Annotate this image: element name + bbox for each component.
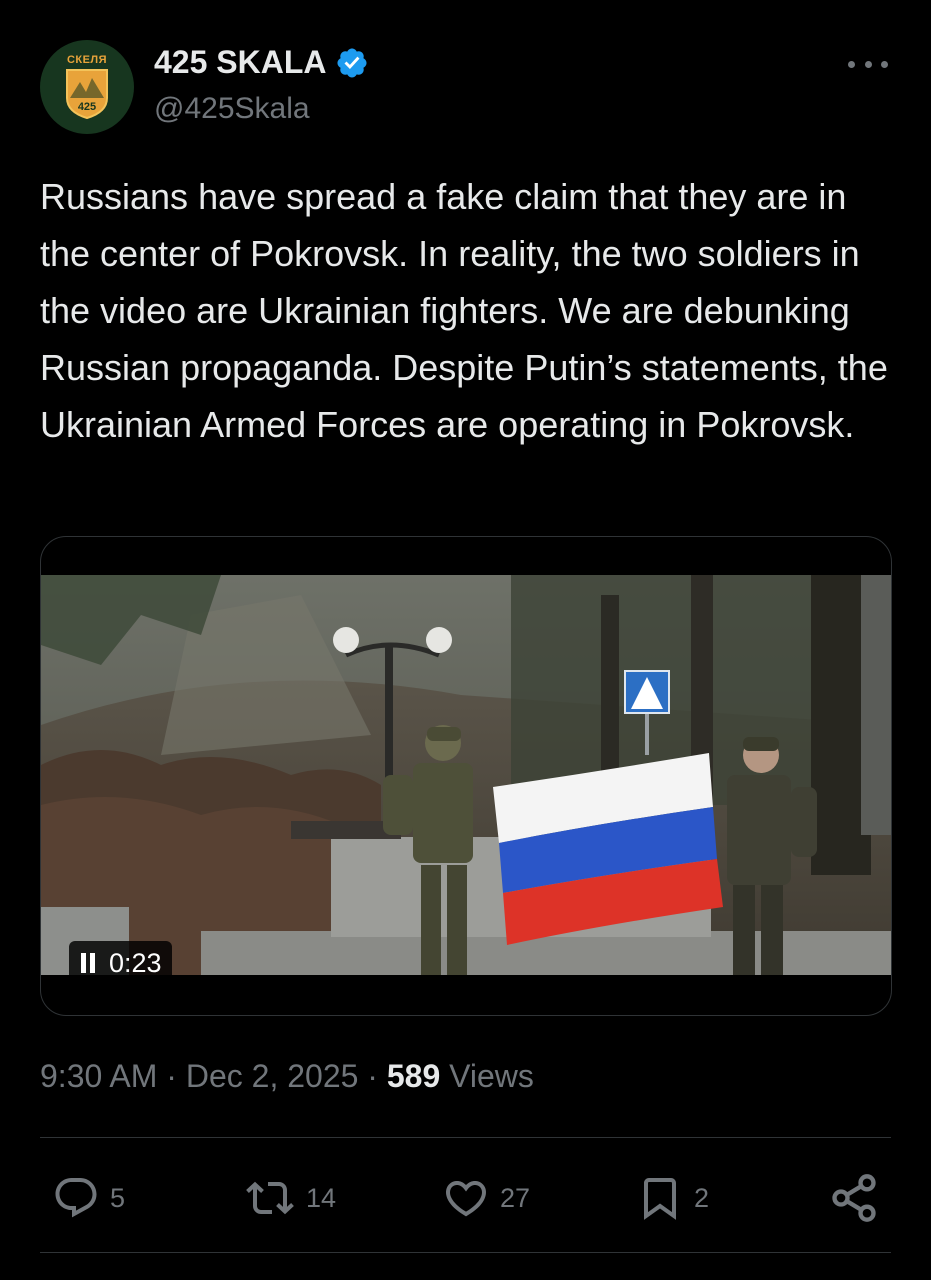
tweet-meta: 9:30 AM · Dec 2, 2025 · 589 Views bbox=[40, 1058, 534, 1095]
tweet-time[interactable]: 9:30 AM bbox=[40, 1058, 157, 1094]
bookmark-count: 2 bbox=[694, 1182, 710, 1213]
repost-count: 14 bbox=[306, 1182, 337, 1213]
views-label: Views bbox=[449, 1058, 534, 1094]
more-dot bbox=[881, 60, 888, 68]
more-options-icon[interactable] bbox=[848, 52, 888, 76]
repost-icon bbox=[246, 1181, 294, 1215]
views-count: 589 bbox=[386, 1058, 441, 1094]
avatar-number: 425 bbox=[78, 101, 96, 113]
divider bbox=[40, 1252, 891, 1253]
like-button[interactable]: 27 bbox=[442, 1170, 530, 1226]
video-time-badge[interactable]: 0:23 bbox=[69, 941, 172, 985]
tweet-date[interactable]: Dec 2, 2025 bbox=[186, 1058, 359, 1094]
meta-separator: · bbox=[367, 1058, 378, 1094]
like-count: 27 bbox=[500, 1182, 531, 1213]
repost-button[interactable]: 14 bbox=[244, 1170, 336, 1226]
video-player[interactable]: 0:23 bbox=[40, 536, 892, 1016]
bookmark-icon bbox=[644, 1178, 676, 1220]
reply-icon bbox=[55, 1178, 97, 1218]
author-handle[interactable]: @425Skala bbox=[154, 92, 310, 126]
avatar[interactable]: СКЕЛЯ 425 bbox=[40, 40, 134, 134]
author-name-row: 425 SKALA bbox=[154, 44, 369, 81]
action-bar: 5 14 27 2 bbox=[0, 1170, 931, 1226]
verified-badge-icon bbox=[336, 47, 367, 78]
shield-icon: 425 bbox=[66, 69, 108, 120]
avatar-logo-text: СКЕЛЯ bbox=[66, 54, 108, 66]
bookmark-button[interactable]: 2 bbox=[636, 1170, 709, 1226]
reply-count: 5 bbox=[110, 1182, 126, 1213]
video-frame[interactable] bbox=[41, 575, 891, 975]
tweet-text: Russians have spread a fake claim that t… bbox=[40, 176, 888, 445]
reply-button[interactable]: 5 bbox=[52, 1170, 125, 1226]
share-button[interactable] bbox=[828, 1170, 880, 1226]
heart-icon bbox=[445, 1181, 487, 1217]
author-name[interactable]: 425 SKALA bbox=[154, 44, 327, 81]
meta-separator: · bbox=[166, 1058, 177, 1094]
video-elapsed-time: 0:23 bbox=[109, 947, 162, 978]
more-dot bbox=[848, 60, 855, 68]
video-thumbnail bbox=[41, 575, 891, 975]
pause-icon[interactable] bbox=[81, 953, 95, 973]
divider bbox=[40, 1137, 891, 1138]
more-dot bbox=[864, 60, 872, 68]
share-icon bbox=[832, 1174, 876, 1222]
